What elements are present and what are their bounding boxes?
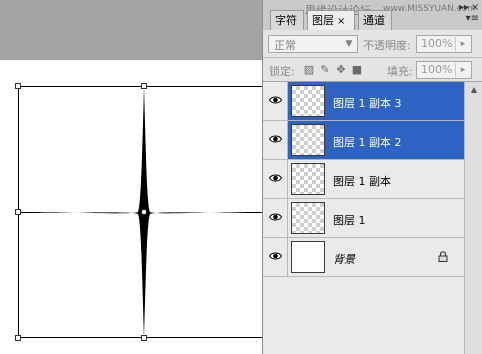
tab-layers-label: 图层 bbox=[312, 14, 334, 27]
opacity-field[interactable]: 100% ▸ bbox=[416, 35, 472, 53]
blend-opacity-row: 正常 ▼ 不透明度: 100% ▸ bbox=[263, 30, 482, 58]
layer-thumbnail[interactable] bbox=[291, 85, 325, 117]
eye-icon bbox=[269, 96, 282, 104]
eye-icon bbox=[269, 252, 282, 260]
layer-name[interactable]: 图层 1 副本 bbox=[333, 173, 391, 189]
layer-name[interactable]: 背景 bbox=[333, 251, 355, 267]
lock-label: 锁定: bbox=[269, 65, 295, 78]
visibility-toggle[interactable] bbox=[263, 121, 288, 159]
layers-scrollbar[interactable]: ▲ bbox=[464, 82, 482, 354]
layer-name[interactable]: 图层 1 副本 2 bbox=[333, 134, 402, 150]
layer-row[interactable]: 图层 1 副本 bbox=[263, 160, 464, 199]
opacity-slider-icon[interactable]: ▸ bbox=[455, 37, 470, 51]
transform-handle-bottom-left[interactable] bbox=[15, 335, 21, 341]
eye-icon bbox=[269, 213, 282, 221]
blend-mode-value: 正常 bbox=[274, 39, 296, 52]
tab-channels[interactable]: 通道 bbox=[358, 10, 392, 30]
layer-name[interactable]: 图层 1 bbox=[333, 212, 366, 228]
transparency-lock-icon[interactable]: ▨ bbox=[303, 64, 315, 76]
opacity-value: 100% bbox=[421, 37, 453, 50]
layers-panel: 思缘设计论坛 www.MISSYUAN.com ▸▸ × 字符 图层× 通道 ▾… bbox=[262, 0, 482, 354]
panel-menu-icon[interactable]: ▾≡ bbox=[466, 13, 479, 24]
transform-handle-top-center[interactable] bbox=[141, 83, 147, 89]
layer-row[interactable]: 图层 1 副本 2 bbox=[263, 121, 464, 160]
transform-handle-bottom-center[interactable] bbox=[141, 335, 147, 341]
chevron-down-icon: ▼ bbox=[345, 39, 353, 49]
transform-handle-top-left[interactable] bbox=[15, 83, 21, 89]
eye-icon bbox=[269, 174, 282, 182]
tab-channels-label: 通道 bbox=[363, 14, 385, 27]
scroll-up-icon[interactable]: ▲ bbox=[468, 84, 480, 96]
tab-character-label: 字符 bbox=[275, 14, 297, 27]
eye-icon bbox=[269, 135, 282, 143]
close-panel-icon[interactable]: × bbox=[471, 2, 479, 13]
collapse-panel-icon[interactable]: ▸▸ bbox=[459, 2, 469, 13]
lock-fill-row: 锁定: ▨ ✎ ✥ ■ 填充: 100% ▸ bbox=[263, 58, 482, 82]
tab-character[interactable]: 字符 bbox=[270, 10, 304, 30]
transform-handle-center[interactable] bbox=[141, 209, 147, 215]
lock-icon bbox=[438, 251, 448, 262]
layer-row[interactable]: 背景 bbox=[263, 238, 464, 277]
layer-row[interactable]: 图层 1 副本 3 bbox=[263, 82, 464, 121]
layer-thumbnail[interactable] bbox=[291, 241, 325, 273]
transform-handle-middle-left[interactable] bbox=[15, 209, 21, 215]
layer-thumbnail[interactable] bbox=[291, 124, 325, 156]
fill-field[interactable]: 100% ▸ bbox=[416, 61, 472, 79]
layers-list: 图层 1 副本 3 图层 1 副本 2 图层 1 副本 图层 1 背景 bbox=[263, 82, 464, 354]
brush-lock-icon[interactable]: ✎ bbox=[319, 64, 331, 76]
visibility-toggle[interactable] bbox=[263, 82, 288, 120]
layer-name[interactable]: 图层 1 副本 3 bbox=[333, 95, 402, 111]
layer-thumbnail[interactable] bbox=[291, 202, 325, 234]
fill-value: 100% bbox=[421, 63, 453, 76]
panel-titlebar: 思缘设计论坛 www.MISSYUAN.com ▸▸ × 字符 图层× 通道 ▾… bbox=[263, 0, 482, 30]
padlock-icon[interactable]: ■ bbox=[351, 64, 363, 76]
layer-row[interactable]: 图层 1 bbox=[263, 199, 464, 238]
blend-mode-select[interactable]: 正常 ▼ bbox=[268, 35, 358, 53]
visibility-toggle[interactable] bbox=[263, 160, 288, 198]
fill-label: 填充: bbox=[387, 65, 413, 78]
move-lock-icon[interactable]: ✥ bbox=[335, 64, 347, 76]
visibility-toggle[interactable] bbox=[263, 238, 288, 276]
opacity-label: 不透明度: bbox=[363, 39, 411, 52]
tab-layers[interactable]: 图层 × bbox=[307, 10, 355, 30]
fill-slider-icon[interactable]: ▸ bbox=[455, 63, 470, 77]
visibility-toggle[interactable] bbox=[263, 199, 288, 237]
layer-thumbnail[interactable] bbox=[291, 163, 325, 195]
tab-close-icon[interactable]: × bbox=[337, 16, 345, 27]
